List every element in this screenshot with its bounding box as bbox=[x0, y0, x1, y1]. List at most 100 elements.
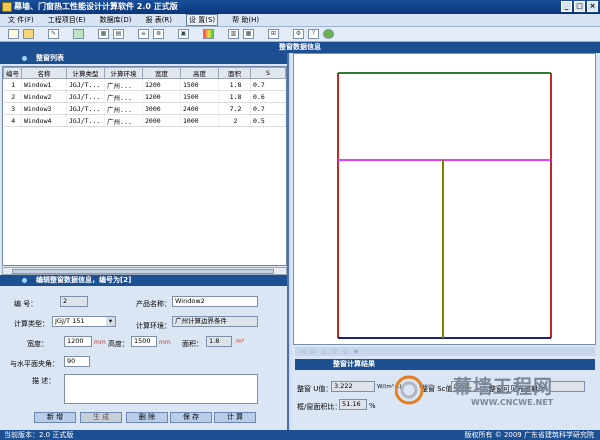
menu-file[interactable]: 文 件(F) bbox=[8, 15, 34, 25]
env-label: 计算环境： bbox=[136, 322, 171, 330]
window-preview-canvas[interactable] bbox=[293, 53, 596, 345]
app-icon bbox=[2, 2, 12, 12]
col-width[interactable]: 宽度 bbox=[142, 67, 181, 79]
app-title: 幕墙、门窗热工性能设计计算软件 2.0 正式版 bbox=[14, 2, 178, 11]
ratio-unit: % bbox=[369, 402, 376, 410]
cell: 0.6 bbox=[250, 90, 286, 103]
help-icon[interactable]: ? bbox=[308, 29, 319, 39]
database-icon[interactable]: ⊞ bbox=[268, 29, 279, 39]
menu-project[interactable]: 工程项目(E) bbox=[48, 15, 86, 25]
save-button[interactable]: 保 存 bbox=[170, 412, 212, 423]
version-text: 当前版本：2.0 正式版 bbox=[4, 431, 74, 439]
cell: 3 bbox=[3, 102, 22, 115]
cell: 0.5 bbox=[250, 114, 286, 127]
cell: 2400 bbox=[180, 102, 219, 115]
logo-ring-outer bbox=[394, 375, 424, 405]
menu-help[interactable]: 帮 助(H) bbox=[232, 15, 259, 25]
window-list-table: 编号 名称 计算类型 计算环境 宽度 高度 面积 S 1 Window1 JGJ… bbox=[2, 66, 287, 266]
settings-icon[interactable]: ⚙ bbox=[293, 29, 304, 39]
cell: Window3 bbox=[21, 102, 67, 115]
description-textarea[interactable] bbox=[64, 374, 258, 404]
list-icon[interactable]: ≡ bbox=[138, 29, 149, 39]
copyright-text: 版权所有 © 2009 广东省建筑科学研究院 bbox=[464, 431, 595, 439]
window-list-title: 整窗列表 bbox=[36, 54, 64, 62]
globe-icon[interactable] bbox=[323, 29, 334, 39]
chevron-down-icon[interactable]: ▾ bbox=[106, 317, 115, 326]
col-calc-type[interactable]: 计算类型 bbox=[66, 67, 105, 79]
edit-form-title: 编辑整窗数据信息，编号为[2] bbox=[36, 276, 132, 284]
cell: JGJ/T... bbox=[66, 90, 105, 103]
edit-form-header: 编辑整窗数据信息，编号为[2] bbox=[0, 275, 287, 286]
width-label: 宽度： bbox=[27, 340, 48, 348]
generate-button[interactable]: 生 成 bbox=[80, 412, 122, 423]
add-button[interactable]: 新 增 bbox=[34, 412, 76, 423]
cell: 4 bbox=[3, 114, 22, 127]
area-label: 面积： bbox=[182, 340, 203, 348]
cell: 2000 bbox=[142, 114, 181, 127]
menu-database[interactable]: 数据库(D) bbox=[100, 15, 132, 25]
watermark-brand: 幕墙工程网 bbox=[453, 376, 554, 398]
menu-settings[interactable]: 设 置(S) bbox=[186, 14, 219, 26]
grid-icon[interactable]: ▦ bbox=[98, 29, 109, 39]
table-row[interactable]: 2 Window2 JGJ/T... 广州... 1200 1500 1.8 0… bbox=[3, 90, 286, 103]
angle-label: 与水平面夹角： bbox=[10, 360, 59, 368]
list-alt-icon[interactable]: ≣ bbox=[153, 29, 164, 39]
table-row[interactable]: 4 Window4 JGJ/T... 广州... 2000 1000 2 0.5 bbox=[3, 114, 286, 127]
table-row[interactable]: 1 Window1 JGJ/T... 广州... 1200 1500 1.8 0… bbox=[3, 78, 286, 91]
cell: Window2 bbox=[21, 90, 67, 103]
canvas-tool-strip[interactable]: ◁ ▷ △ ▽ ◇ ◈ bbox=[295, 347, 595, 356]
open-folder-icon[interactable] bbox=[23, 29, 34, 39]
table-icon[interactable]: ▤ bbox=[113, 29, 124, 39]
u-value-label: 整窗 U值： bbox=[297, 385, 333, 393]
id-field: 2 bbox=[60, 296, 88, 307]
col-s[interactable]: S bbox=[250, 67, 286, 79]
status-bar: 当前版本：2.0 正式版 版权所有 © 2009 广东省建筑科学研究院 bbox=[0, 430, 600, 440]
calculate-button[interactable]: 计 算 bbox=[214, 412, 256, 423]
delete-button[interactable]: 删 除 bbox=[126, 412, 168, 423]
title-bar: 幕墙、门窗热工性能设计计算软件 2.0 正式版 _ □ × bbox=[0, 0, 600, 14]
logo-ring-inner bbox=[400, 381, 418, 399]
angle-input[interactable]: 90 bbox=[64, 356, 90, 367]
chart-icon[interactable]: ▥ bbox=[228, 29, 239, 39]
cell: 1 bbox=[3, 78, 22, 91]
maximize-button[interactable]: □ bbox=[574, 1, 585, 12]
col-area[interactable]: 面积 bbox=[218, 67, 251, 79]
minimize-button[interactable]: _ bbox=[561, 1, 572, 12]
col-id[interactable]: 编号 bbox=[3, 67, 22, 79]
close-button[interactable]: × bbox=[587, 1, 598, 12]
table-alt-icon[interactable]: ▦ bbox=[243, 29, 254, 39]
product-name-input[interactable]: Window2 bbox=[172, 296, 258, 307]
window-drawing bbox=[337, 72, 552, 339]
height-label: 高度： bbox=[108, 340, 129, 348]
cell: JGJ/T... bbox=[66, 102, 105, 115]
area-field: 1.8 bbox=[206, 336, 232, 347]
cell: 广州... bbox=[104, 102, 143, 115]
report-icon[interactable]: ▣ bbox=[178, 29, 189, 39]
ratio-label: 框/窗面积比： bbox=[297, 403, 342, 411]
horizontal-scrollbar[interactable] bbox=[2, 267, 287, 275]
edit-icon[interactable]: ✎ bbox=[48, 29, 59, 39]
scrollbar-thumb[interactable] bbox=[12, 269, 274, 274]
window-list-header: 整窗列表 bbox=[0, 53, 287, 64]
calc-type-label: 计算类型： bbox=[14, 320, 49, 328]
bullet-icon bbox=[22, 278, 27, 283]
width-input[interactable]: 1200 bbox=[64, 336, 92, 347]
window-controls: _ □ × bbox=[561, 1, 598, 12]
cell: Window1 bbox=[21, 78, 67, 91]
height-input[interactable]: 1500 bbox=[131, 336, 157, 347]
window-icon[interactable] bbox=[73, 29, 84, 39]
cell: 1500 bbox=[180, 90, 219, 103]
desc-label: 描 述： bbox=[32, 377, 56, 385]
cell: JGJ/T... bbox=[66, 114, 105, 127]
cell: Window4 bbox=[21, 114, 67, 127]
cell: 1.8 bbox=[218, 78, 251, 91]
menu-report[interactable]: 报 表(R) bbox=[145, 15, 172, 25]
calc-type-select[interactable]: JGJ/T 151 ▾ bbox=[52, 316, 116, 327]
name-label: 产品名称： bbox=[136, 300, 171, 308]
new-file-icon[interactable] bbox=[8, 29, 19, 39]
col-name[interactable]: 名称 bbox=[21, 67, 67, 79]
color-icon[interactable] bbox=[203, 29, 214, 39]
col-height[interactable]: 高度 bbox=[180, 67, 219, 79]
col-env[interactable]: 计算环境 bbox=[104, 67, 143, 79]
table-row[interactable]: 3 Window3 JGJ/T... 广州... 3000 2400 7.2 0… bbox=[3, 102, 286, 115]
